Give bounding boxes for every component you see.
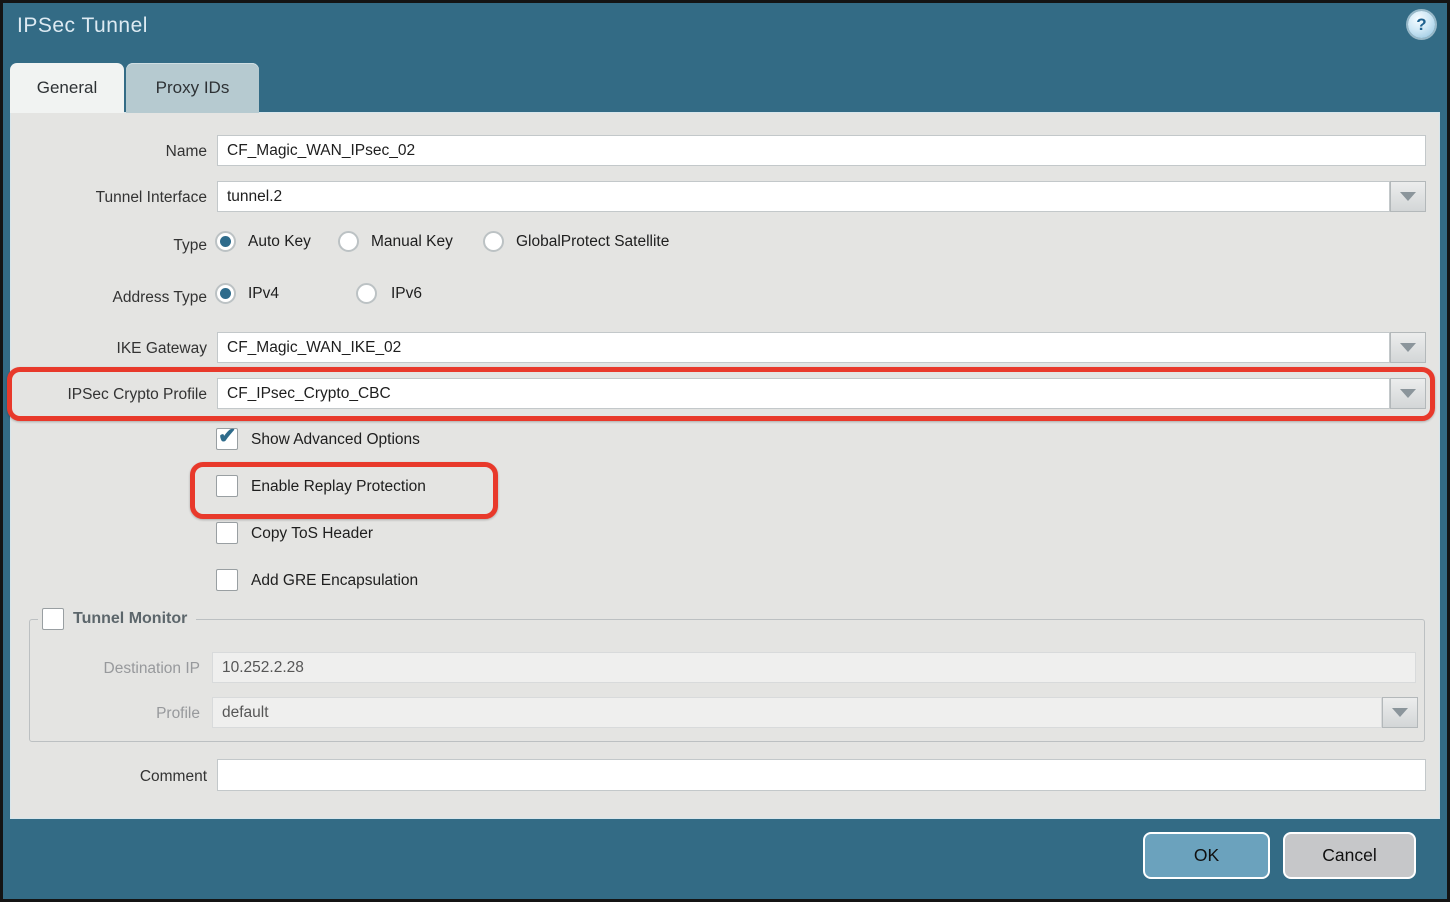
- enable-replay-protection-checkbox[interactable]: [216, 475, 238, 497]
- name-label: Name: [11, 136, 207, 167]
- profile-input: [212, 697, 1382, 728]
- address-type-ipv4-radio[interactable]: [215, 283, 236, 304]
- ipsec-tunnel-dialog: IPSec Tunnel ? General Proxy IDs Name Tu…: [0, 0, 1450, 902]
- dialog-title: IPSec Tunnel: [17, 14, 148, 38]
- tunnel-interface-input[interactable]: [217, 181, 1390, 212]
- tab-proxy-ids[interactable]: Proxy IDs: [126, 63, 259, 113]
- ike-gateway-input[interactable]: [217, 332, 1390, 363]
- comment-label: Comment: [11, 761, 207, 792]
- tunnel-monitor-label[interactable]: Tunnel Monitor: [73, 610, 187, 628]
- destination-ip-input: [212, 652, 1416, 683]
- type-label: Type: [11, 230, 207, 261]
- type-auto-key-radio[interactable]: [215, 231, 236, 252]
- address-type-ipv4-label[interactable]: IPv4: [248, 282, 279, 306]
- add-gre-encapsulation-checkbox[interactable]: [216, 569, 238, 591]
- tab-general[interactable]: General: [10, 63, 124, 113]
- address-type-ipv6-label[interactable]: IPv6: [391, 282, 422, 306]
- type-globalprotect-satellite-radio[interactable]: [483, 231, 504, 252]
- type-manual-key-label[interactable]: Manual Key: [371, 230, 453, 254]
- ok-button[interactable]: OK: [1143, 832, 1270, 879]
- ipsec-crypto-profile-label: IPSec Crypto Profile: [11, 379, 207, 410]
- ipsec-crypto-profile-dropdown-button[interactable]: [1390, 378, 1426, 409]
- general-tab-panel: Name Tunnel Interface Type Auto Key Manu…: [10, 112, 1440, 819]
- show-advanced-options-checkbox[interactable]: [216, 428, 238, 450]
- address-type-label: Address Type: [11, 282, 207, 313]
- tunnel-monitor-group: Tunnel Monitor Destination IP Profile: [29, 619, 1425, 742]
- ike-gateway-dropdown-button[interactable]: [1390, 332, 1426, 363]
- tunnel-interface-label: Tunnel Interface: [11, 182, 207, 213]
- address-type-ipv6-radio[interactable]: [356, 283, 377, 304]
- chevron-down-icon: [1400, 343, 1416, 352]
- copy-tos-header-checkbox[interactable]: [216, 522, 238, 544]
- enable-replay-protection-label[interactable]: Enable Replay Protection: [251, 475, 426, 499]
- type-auto-key-label[interactable]: Auto Key: [248, 230, 311, 254]
- ike-gateway-label: IKE Gateway: [11, 333, 207, 364]
- tunnel-interface-dropdown-button[interactable]: [1390, 181, 1426, 212]
- destination-ip-label: Destination IP: [30, 653, 200, 684]
- ipsec-crypto-profile-input[interactable]: [217, 378, 1390, 409]
- chevron-down-icon: [1392, 708, 1408, 717]
- profile-label: Profile: [30, 698, 200, 729]
- chevron-down-icon: [1400, 192, 1416, 201]
- show-advanced-options-label[interactable]: Show Advanced Options: [251, 428, 420, 452]
- tunnel-monitor-legend: Tunnel Monitor: [38, 608, 196, 630]
- add-gre-encapsulation-label[interactable]: Add GRE Encapsulation: [251, 569, 418, 593]
- comment-input[interactable]: [217, 759, 1426, 791]
- cancel-button[interactable]: Cancel: [1283, 832, 1416, 879]
- question-mark-icon: ?: [1416, 16, 1426, 33]
- chevron-down-icon: [1400, 389, 1416, 398]
- copy-tos-header-label[interactable]: Copy ToS Header: [251, 522, 373, 546]
- type-globalprotect-satellite-label[interactable]: GlobalProtect Satellite: [516, 230, 669, 254]
- name-input[interactable]: [217, 135, 1426, 166]
- type-manual-key-radio[interactable]: [338, 231, 359, 252]
- tunnel-monitor-checkbox[interactable]: [42, 608, 64, 630]
- profile-dropdown-button: [1382, 697, 1418, 728]
- help-button[interactable]: ?: [1408, 11, 1435, 38]
